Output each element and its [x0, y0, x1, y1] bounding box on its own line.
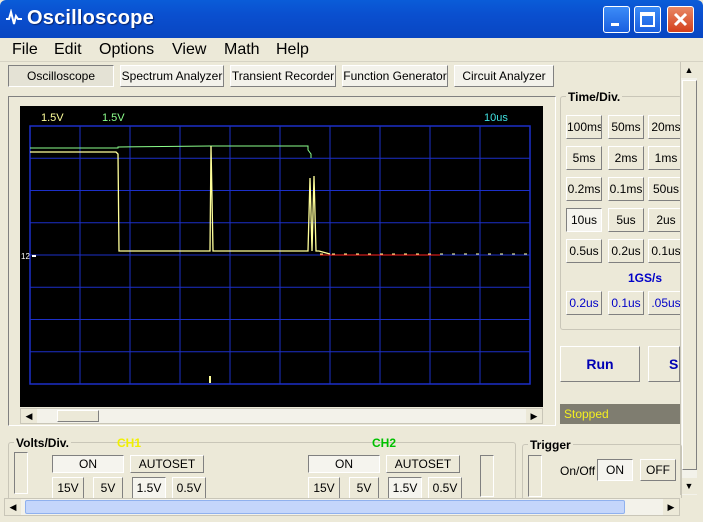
ch2-1.5v-button[interactable]: 1.5V — [388, 477, 422, 499]
scope-canvas: 1.5V 1.5V 10us 12 — [21, 112, 531, 385]
scope-scroll-thumb[interactable] — [57, 410, 99, 422]
time-fast-0.05us-button[interactable]: .05us — [648, 291, 684, 315]
volts-div-label: Volts/Div. — [14, 436, 71, 450]
sample-rate-label: 1GS/s — [628, 271, 663, 285]
menu-view[interactable]: View — [172, 41, 206, 59]
ch2-volts-readout: 1.5V — [102, 112, 125, 124]
time-10us-button[interactable]: 10us — [566, 208, 602, 232]
time-2us-button[interactable]: 2us — [648, 208, 684, 232]
window-vertical-scrollbar[interactable]: ▲ ▼ — [680, 62, 697, 495]
trigger-off-button[interactable]: OFF — [640, 459, 676, 481]
time-div-label: Time/Div. — [566, 90, 623, 104]
menu-math[interactable]: Math — [224, 41, 260, 59]
ch2-label: CH2 — [372, 436, 397, 450]
scrollbar-corner — [680, 498, 697, 516]
time-100ms-button[interactable]: 100ms — [566, 115, 602, 139]
oscilloscope-app-icon — [6, 9, 22, 25]
time-fast-0.2us-button[interactable]: 0.2us — [566, 291, 602, 315]
menu-file[interactable]: File — [12, 41, 38, 59]
ch2-autoset-button[interactable]: AUTOSET — [386, 455, 460, 473]
scope-display[interactable]: 1.5V 1.5V 10us 12 — [20, 106, 543, 407]
scroll-down-arrow-icon[interactable]: ▼ — [681, 478, 697, 494]
ch1-15v-button[interactable]: 15V — [52, 477, 84, 499]
time-5us-button[interactable]: 5us — [608, 208, 644, 232]
mode-oscilloscope-button[interactable]: Oscilloscope — [8, 65, 114, 87]
ch1-5v-button[interactable]: 5V — [93, 477, 123, 499]
maximize-button[interactable] — [634, 6, 661, 33]
scroll-up-arrow-icon[interactable]: ▲ — [681, 62, 697, 78]
ch1-volts-readout: 1.5V — [41, 112, 64, 124]
time-readout: 10us — [484, 112, 508, 124]
time-0.2ms-button[interactable]: 0.2ms — [566, 177, 602, 201]
ground-marker: 12 — [21, 252, 30, 261]
ch2-on-button[interactable]: ON — [308, 455, 380, 473]
status-text: Stopped — [560, 404, 680, 424]
menu-options[interactable]: Options — [99, 41, 154, 59]
time-2ms-button[interactable]: 2ms — [608, 146, 644, 170]
vertical-scroll-thumb[interactable] — [682, 80, 697, 470]
stop-button[interactable]: S — [648, 346, 680, 382]
menu-bar: File Edit Options View Math Help — [0, 38, 703, 62]
close-icon — [673, 12, 688, 27]
bottom-scroll-left-icon[interactable]: ◀ — [5, 499, 21, 515]
minimize-icon — [611, 23, 619, 26]
time-0.1ms-button[interactable]: 0.1ms — [608, 177, 644, 201]
ch1-on-button[interactable]: ON — [52, 455, 124, 473]
window-horizontal-scrollbar[interactable]: ◀ ▶ — [4, 498, 680, 516]
trigger-position-marker — [209, 376, 211, 383]
scroll-left-arrow-icon[interactable]: ◀ — [21, 409, 37, 423]
trigger-on-button[interactable]: ON — [597, 459, 633, 481]
horizontal-scroll-thumb[interactable] — [25, 500, 625, 514]
ch1-autoset-button[interactable]: AUTOSET — [130, 455, 204, 473]
close-button[interactable] — [667, 6, 694, 33]
ground-marker-tick — [32, 255, 36, 257]
mode-toolbar: Oscilloscope Spectrum Analyzer Transient… — [4, 62, 679, 92]
time-fast-0.1us-button[interactable]: 0.1us — [608, 291, 644, 315]
mode-circuit-analyzer-button[interactable]: Circuit Analyzer — [454, 65, 554, 87]
trigger-label: Trigger — [528, 438, 573, 452]
trigger-onoff-label: On/Off — [560, 464, 596, 478]
scroll-right-arrow-icon[interactable]: ▶ — [526, 409, 542, 423]
ch1-label: CH1 — [117, 436, 142, 450]
ch1-0.5v-button[interactable]: 0.5V — [172, 477, 206, 499]
time-50ms-button[interactable]: 50ms — [608, 115, 644, 139]
time-0.1us-button[interactable]: 0.1us — [648, 239, 684, 263]
time-5ms-button[interactable]: 5ms — [566, 146, 602, 170]
ch2-15v-button[interactable]: 15V — [308, 477, 340, 499]
ch2-0.5v-button[interactable]: 0.5V — [428, 477, 462, 499]
ch1-position-slider[interactable] — [14, 452, 28, 494]
scope-grid — [29, 125, 531, 385]
menu-help[interactable]: Help — [276, 41, 309, 59]
mode-spectrum-analyzer-button[interactable]: Spectrum Analyzer — [120, 65, 224, 87]
run-button[interactable]: Run — [560, 346, 640, 382]
trigger-level-slider[interactable] — [528, 455, 542, 497]
menu-edit[interactable]: Edit — [54, 41, 82, 59]
title-bar[interactable]: Oscilloscope — [0, 0, 703, 38]
ch1-1.5v-button[interactable]: 1.5V — [132, 477, 166, 499]
bottom-scroll-right-icon[interactable]: ▶ — [663, 499, 679, 515]
time-50us-button[interactable]: 50us — [648, 177, 684, 201]
ch2-position-slider[interactable] — [480, 455, 494, 497]
time-20ms-button[interactable]: 20ms — [648, 115, 684, 139]
time-0.5us-button[interactable]: 0.5us — [566, 239, 602, 263]
mode-transient-recorder-button[interactable]: Transient Recorder — [230, 65, 336, 87]
ch2-5v-button[interactable]: 5V — [349, 477, 379, 499]
time-1ms-button[interactable]: 1ms — [648, 146, 684, 170]
mode-function-generator-button[interactable]: Function Generator — [342, 65, 448, 87]
time-0.2us-button[interactable]: 0.2us — [608, 239, 644, 263]
window-title: Oscilloscope — [27, 7, 154, 29]
oscilloscope-window: Oscilloscope File Edit Options View Math… — [0, 0, 703, 522]
maximize-icon — [640, 12, 655, 27]
scope-horizontal-scrollbar[interactable]: ◀ ▶ — [20, 408, 543, 424]
minimize-button[interactable] — [603, 6, 630, 33]
